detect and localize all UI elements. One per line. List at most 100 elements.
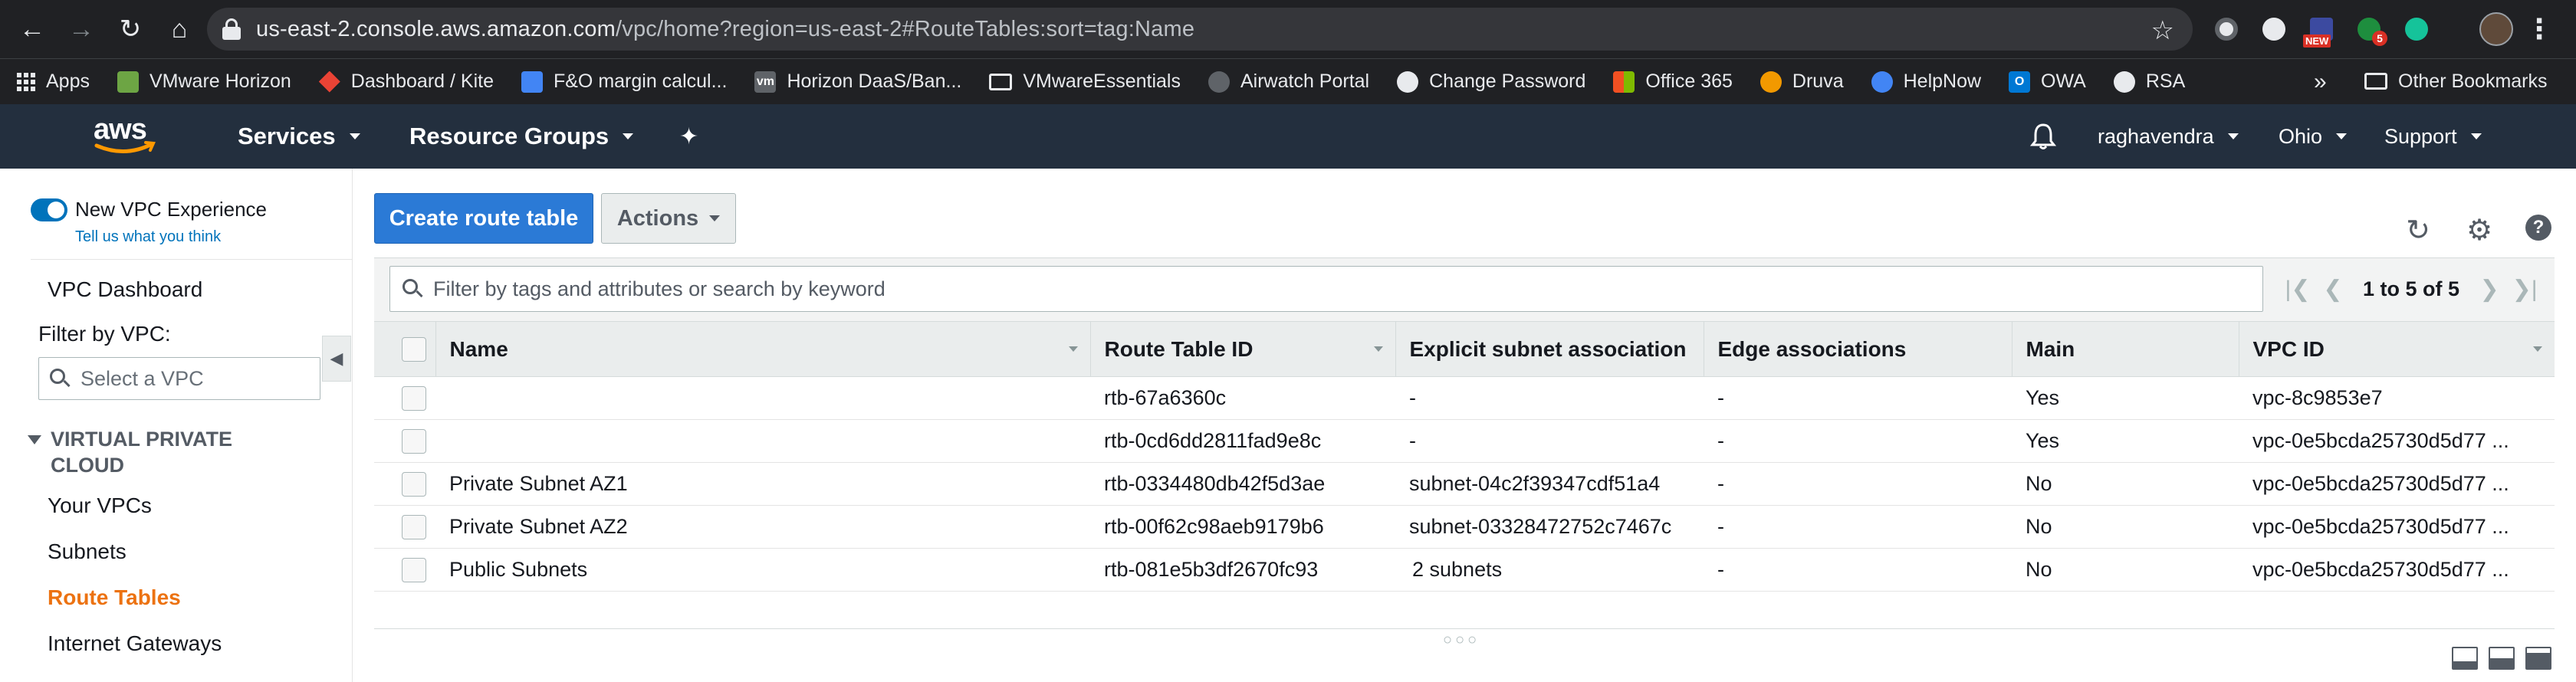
- bookmark-label: Apps: [46, 70, 90, 92]
- reload-icon[interactable]: ↻: [107, 6, 153, 52]
- search-icon: [402, 279, 423, 299]
- select-all-checkbox[interactable]: [402, 336, 426, 362]
- column-header-vpc-id[interactable]: VPC ID: [2238, 321, 2555, 377]
- sidebar-item-subnets[interactable]: Subnets: [48, 539, 127, 564]
- star-icon[interactable]: ☆: [2151, 15, 2174, 46]
- table-row[interactable]: Private Subnet AZ1 rtb-0334480db42f5d3ae…: [374, 462, 2555, 506]
- refresh-icon[interactable]: ↻: [2403, 215, 2433, 247]
- next-page-icon[interactable]: ❯: [2472, 276, 2507, 303]
- row-checkbox[interactable]: [402, 428, 426, 454]
- table-row[interactable]: rtb-0cd6dd2811fad9e8c - - Yes vpc-0e5bcd…: [374, 419, 2555, 463]
- resource-groups-menu[interactable]: Resource Groups: [409, 104, 634, 169]
- extension-4-icon[interactable]: 5: [2351, 11, 2387, 48]
- aws-logo[interactable]: aws: [90, 113, 159, 156]
- cell-subnet: subnet-03328472752c7467c: [1395, 505, 1704, 549]
- bookmark-change-password[interactable]: Change Password: [1397, 70, 1585, 93]
- extension-3-icon[interactable]: NEW: [2303, 11, 2340, 48]
- cell-subnet: -: [1395, 376, 1704, 420]
- avatar[interactable]: [2479, 12, 2513, 46]
- grammarly-icon[interactable]: [2398, 11, 2435, 48]
- section-virtual-private-cloud[interactable]: VIRTUAL PRIVATE CLOUD: [28, 426, 258, 478]
- collapse-sidebar-icon[interactable]: ◀: [322, 336, 351, 382]
- address-bar[interactable]: us-east-2.console.aws.amazon.com/vpc/hom…: [207, 8, 2193, 51]
- cell-vpc-id-link[interactable]: vpc-0e5bcda25730d5d77 ...: [2239, 505, 2555, 549]
- bookmark-airwatch[interactable]: Airwatch Portal: [1208, 70, 1369, 93]
- row-checkbox[interactable]: [402, 557, 426, 582]
- row-checkbox[interactable]: [402, 385, 426, 411]
- column-header-edge-associations[interactable]: Edge associations: [1703, 321, 2012, 377]
- user-menu[interactable]: raghavendra: [2098, 104, 2239, 169]
- vpc-select[interactable]: Select a VPC: [38, 357, 320, 400]
- cell-vpc-id-link[interactable]: vpc-0e5bcda25730d5d77 ...: [2239, 419, 2555, 463]
- lock-icon[interactable]: [222, 18, 241, 40]
- bookmark-vmware-horizon[interactable]: VMware Horizon: [117, 70, 291, 93]
- services-menu[interactable]: Services: [238, 104, 360, 169]
- cell-route-table-id: rtb-00f62c98aeb9179b6: [1090, 505, 1395, 549]
- cell-vpc-id-link[interactable]: vpc-0e5bcda25730d5d77 ...: [2239, 462, 2555, 506]
- cell-vpc-id-link[interactable]: vpc-0e5bcda25730d5d77 ...: [2239, 548, 2555, 592]
- actions-button[interactable]: Actions: [601, 193, 736, 244]
- column-header-explicit-subnet[interactable]: Explicit subnet association: [1395, 321, 1704, 377]
- checkbox-cell: [374, 376, 435, 420]
- sidebar-item-vpc-dashboard[interactable]: VPC Dashboard: [48, 277, 202, 302]
- region-menu[interactable]: Ohio: [2279, 104, 2348, 169]
- bookmark-helpnow[interactable]: HelpNow: [1871, 70, 1981, 93]
- column-header-name[interactable]: Name: [435, 321, 1090, 377]
- split-view-full-icon[interactable]: [2525, 647, 2551, 670]
- help-icon[interactable]: ?: [2525, 215, 2551, 241]
- split-view-middle-icon[interactable]: [2489, 647, 2515, 670]
- bookmark-druva[interactable]: Druva: [1760, 70, 1844, 93]
- new-vpc-experience-toggle[interactable]: New VPC Experience: [31, 198, 267, 221]
- bookmark-office365[interactable]: Office 365: [1613, 70, 1733, 93]
- back-icon[interactable]: ←: [9, 6, 55, 52]
- extension-1-icon[interactable]: [2208, 11, 2245, 48]
- divider: [31, 259, 353, 260]
- bell-icon[interactable]: [2030, 104, 2056, 169]
- feedback-link[interactable]: Tell us what you think: [75, 228, 221, 246]
- prev-page-icon[interactable]: ❮: [2315, 276, 2351, 303]
- create-route-table-button[interactable]: Create route table: [374, 193, 593, 244]
- bookmark-vmwareessentials[interactable]: VMwareEssentials: [989, 70, 1181, 93]
- checkbox-cell: [374, 462, 435, 506]
- bookmark-fo-margin[interactable]: F&O margin calcul...: [521, 70, 727, 93]
- folder-icon: [989, 73, 1013, 90]
- support-menu[interactable]: Support: [2384, 104, 2482, 169]
- sidebar-item-route-tables[interactable]: Route Tables: [48, 585, 181, 610]
- search-input[interactable]: Filter by tags and attributes or search …: [389, 266, 2263, 312]
- row-checkbox[interactable]: [402, 471, 426, 497]
- bookmark-apps[interactable]: Apps: [17, 70, 90, 93]
- gear-icon[interactable]: ⚙: [2464, 215, 2495, 247]
- first-page-icon[interactable]: |❮: [2280, 276, 2315, 303]
- other-bookmarks[interactable]: Other Bookmarks: [2364, 58, 2548, 104]
- bookmark-rsa[interactable]: RSA: [2113, 70, 2185, 93]
- sidebar-item-your-vpcs[interactable]: Your VPCs: [48, 493, 152, 518]
- column-label: Main: [2026, 336, 2075, 361]
- cell-subnet-link[interactable]: 2 subnets: [1395, 548, 1704, 592]
- column-header-main[interactable]: Main: [2011, 321, 2239, 377]
- last-page-icon[interactable]: ❯|: [2507, 276, 2542, 303]
- forward-icon[interactable]: →: [58, 6, 104, 52]
- column-label: VPC ID: [2252, 336, 2325, 361]
- kebab-menu-icon[interactable]: ⋮: [2524, 13, 2555, 45]
- split-view-bottom-icon[interactable]: [2452, 647, 2478, 670]
- toggle-switch[interactable]: [31, 198, 67, 221]
- cell-vpc-id-link[interactable]: vpc-8c9853e7: [2239, 376, 2555, 420]
- bookmark-horizon-daas[interactable]: vm Horizon DaaS/Ban...: [754, 70, 961, 93]
- bookmarks-overflow-icon[interactable]: »: [2314, 69, 2327, 95]
- extension-2-icon[interactable]: [2256, 11, 2292, 48]
- url-text[interactable]: us-east-2.console.aws.amazon.com/vpc/hom…: [256, 17, 1194, 42]
- column-header-route-table-id[interactable]: Route Table ID: [1089, 321, 1395, 377]
- rsa-icon: [2113, 70, 2135, 93]
- row-checkbox[interactable]: [402, 514, 426, 539]
- search-placeholder: Filter by tags and attributes or search …: [433, 277, 886, 300]
- home-icon[interactable]: ⌂: [156, 6, 202, 52]
- table-row[interactable]: Public Subnets rtb-081e5b3df2670fc93 2 s…: [374, 548, 2555, 592]
- sidebar-item-internet-gateways[interactable]: Internet Gateways: [48, 631, 222, 656]
- pin-icon[interactable]: ✦: [679, 104, 698, 169]
- resize-handle-icon[interactable]: ○○○: [1443, 631, 1480, 649]
- bookmark-owa[interactable]: O OWA: [2009, 70, 2086, 93]
- table-row[interactable]: rtb-67a6360c - - Yes vpc-8c9853e7: [374, 376, 2555, 420]
- table-row[interactable]: Private Subnet AZ2 rtb-00f62c98aeb9179b6…: [374, 505, 2555, 549]
- cell-route-table-id: rtb-67a6360c: [1090, 376, 1395, 420]
- bookmark-kite[interactable]: Dashboard / Kite: [318, 70, 494, 93]
